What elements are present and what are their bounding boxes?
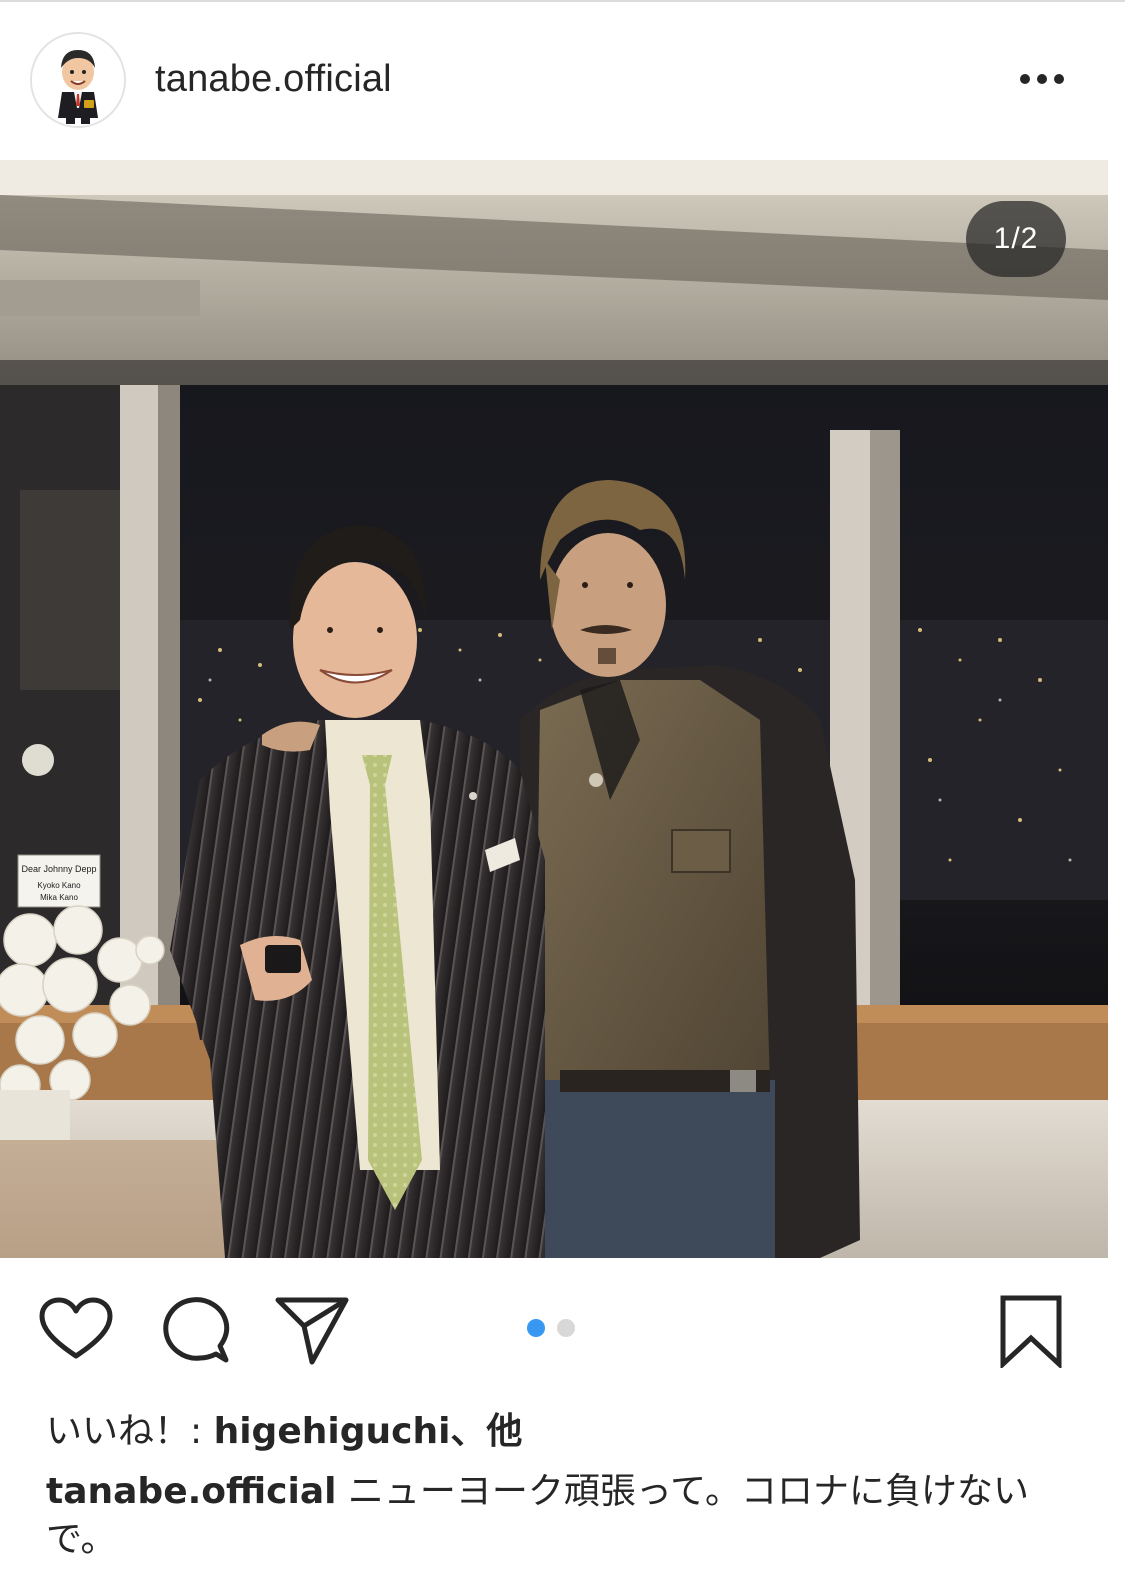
card-line-3: Mika Kano <box>40 893 78 902</box>
post-username[interactable]: tanabe.official <box>155 58 392 101</box>
paper-plane-icon <box>275 1297 349 1365</box>
bookmark-icon <box>1000 1295 1062 1370</box>
more-options-icon <box>1020 74 1064 84</box>
heart-icon <box>39 1297 113 1359</box>
carousel-indicator <box>527 1319 587 1339</box>
more-options-button[interactable] <box>1012 64 1072 94</box>
photo-counter-badge: 1/2 <box>966 201 1066 277</box>
avatar[interactable] <box>30 32 126 128</box>
save-button[interactable] <box>998 1294 1064 1370</box>
post-caption: tanabe.official ニューヨーク頑張って。コロナに負けないで。 <box>46 1468 1066 1564</box>
cartoon-avatar-icon <box>32 34 124 126</box>
like-button[interactable] <box>38 1296 114 1362</box>
likes-summary[interactable]: いいね！: higehiguchi、他 <box>46 1402 522 1454</box>
caption-username[interactable]: tanabe.official <box>46 1471 336 1512</box>
comment-bubble-icon <box>163 1297 230 1363</box>
card-line-2: Kyoko Kano <box>37 881 81 890</box>
post-header: tanabe.official <box>0 2 1125 160</box>
comment-button[interactable] <box>160 1294 232 1366</box>
action-bar <box>0 1258 1125 1388</box>
card-line-1: Dear Johnny Depp <box>21 864 96 874</box>
photo-scene: Dear Johnny Depp Kyoko Kano Mika Kano <box>0 160 1108 1258</box>
carousel-dot-inactive <box>557 1319 575 1337</box>
post-photo[interactable]: Dear Johnny Depp Kyoko Kano Mika Kano 1/… <box>0 160 1108 1258</box>
share-button[interactable] <box>274 1294 350 1366</box>
likes-user-link[interactable]: higehiguchi、他 <box>214 1411 523 1452</box>
carousel-dot-active <box>527 1319 545 1337</box>
likes-prefix: いいね！: <box>46 1411 214 1452</box>
